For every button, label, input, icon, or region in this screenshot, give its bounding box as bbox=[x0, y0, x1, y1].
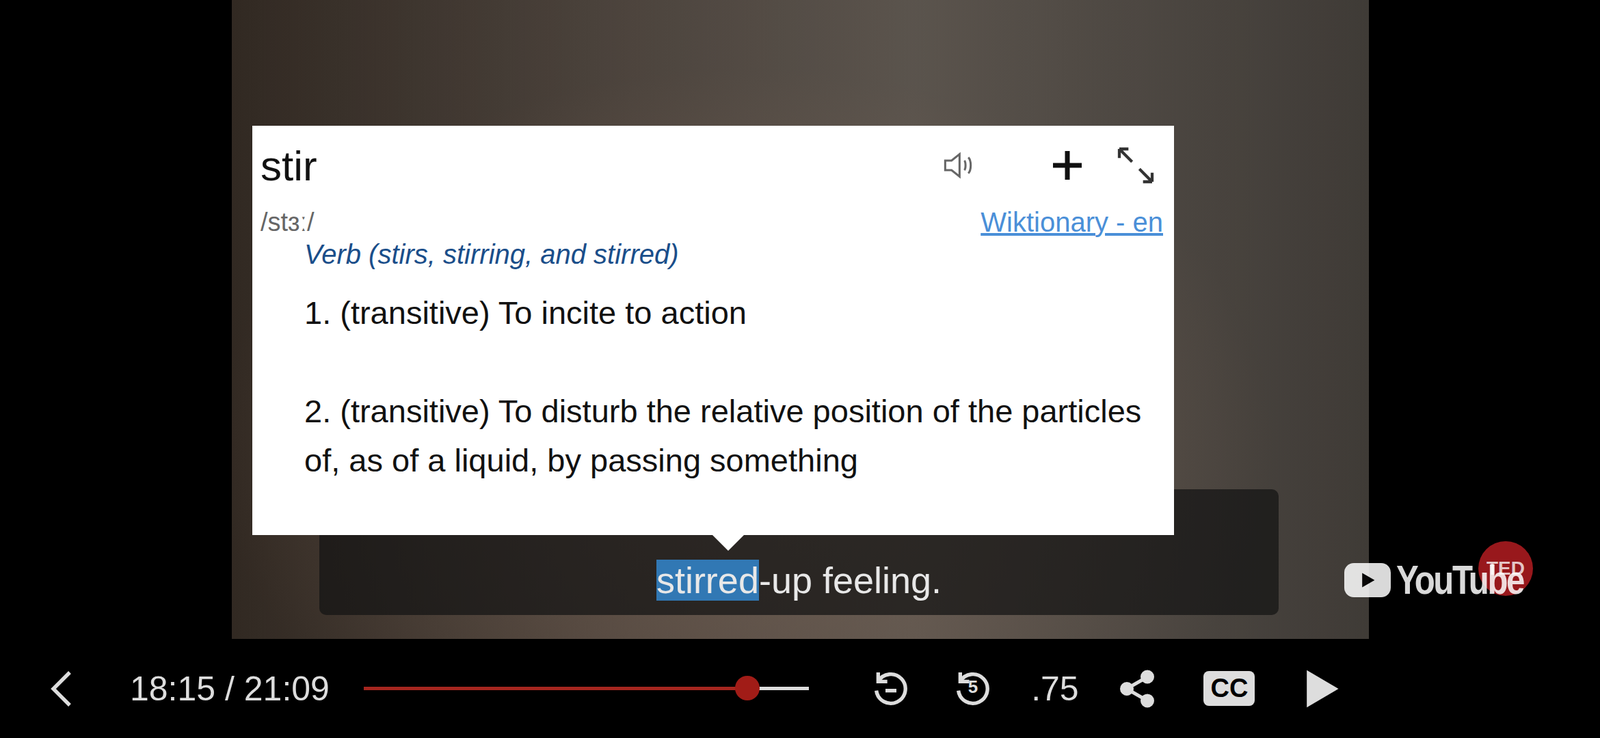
youtube-play-icon bbox=[1344, 563, 1391, 598]
expand-icon[interactable] bbox=[1108, 138, 1164, 193]
share-icon[interactable] bbox=[1109, 661, 1165, 717]
replay-sentence-icon[interactable] bbox=[863, 661, 919, 717]
youtube-wordmark: YouTube bbox=[1396, 556, 1524, 604]
highlighted-word[interactable]: stirred bbox=[656, 560, 759, 602]
popup-pointer bbox=[711, 534, 745, 552]
part-of-speech: Verb (stirs, stirring, and stirred) bbox=[260, 239, 1164, 278]
player-controls: 18:15 / 21:09 5 .75 CC bbox=[0, 639, 1600, 738]
source-link[interactable]: Wiktionary - en bbox=[980, 207, 1164, 238]
youtube-logo: YouTube bbox=[1344, 556, 1552, 604]
progress-fill bbox=[363, 687, 748, 691]
time-display: 18:15 / 21:09 bbox=[129, 669, 330, 710]
dictionary-popup: stir/stɜː/Wiktionary - enVerb (stirs, st… bbox=[252, 125, 1175, 536]
captions-button[interactable]: CC bbox=[1191, 661, 1268, 717]
pronunciation-row: /stɜː/Wiktionary - en bbox=[260, 205, 1164, 240]
pronunciation: /stɜː/ bbox=[260, 207, 315, 238]
rewind-icon[interactable]: 5 bbox=[945, 661, 1001, 717]
popup-header: stir bbox=[260, 125, 1164, 206]
definition: 2. (transitive) To disturb the relative … bbox=[304, 387, 1164, 486]
headword: stir bbox=[260, 141, 917, 191]
add-icon[interactable] bbox=[1040, 138, 1095, 193]
progress-thumb[interactable] bbox=[735, 676, 760, 701]
progress-track[interactable] bbox=[363, 687, 809, 691]
subtitle-line: stirred-up feeling. bbox=[656, 558, 942, 604]
video-frame[interactable]: stirred-up feeling. TED stir/stɜː/Wiktio… bbox=[231, 0, 1369, 640]
speed-label: .75 bbox=[1031, 669, 1079, 710]
subtitle-text: -up feeling. bbox=[758, 560, 942, 602]
definition-list: 1. (transitive) To incite to action 2. (t… bbox=[260, 277, 1164, 486]
speed-button[interactable]: .75 bbox=[1027, 661, 1083, 717]
rewind-seconds: 5 bbox=[945, 676, 1001, 699]
definition: 1. (transitive) To incite to action bbox=[304, 288, 1164, 338]
speaker-icon[interactable] bbox=[930, 138, 986, 193]
captions-label: CC bbox=[1203, 671, 1255, 707]
back-icon[interactable] bbox=[34, 661, 89, 717]
play-icon[interactable] bbox=[1294, 661, 1350, 717]
